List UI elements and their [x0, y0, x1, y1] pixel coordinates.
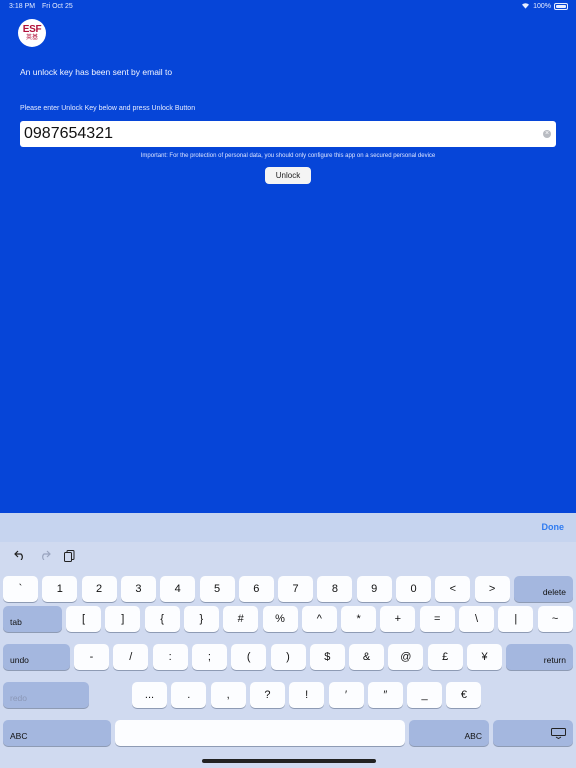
key[interactable]: 2: [81, 576, 117, 602]
unlock-button[interactable]: Unlock: [265, 167, 311, 184]
key[interactable]: -: [74, 644, 109, 670]
keyboard-toolbar: [0, 542, 576, 572]
key[interactable]: ): [270, 644, 306, 670]
key[interactable]: :: [152, 644, 188, 670]
unlock-key-input[interactable]: [20, 121, 530, 147]
key[interactable]: {: [144, 606, 180, 632]
key[interactable]: |: [498, 606, 534, 632]
key[interactable]: >: [474, 576, 510, 602]
abc-key-right[interactable]: ABC: [409, 720, 489, 746]
return-key[interactable]: return: [506, 644, 573, 670]
key[interactable]: £: [427, 644, 463, 670]
key[interactable]: !: [289, 682, 325, 708]
key[interactable]: [: [66, 606, 101, 632]
battery-percent: 100%: [533, 3, 551, 10]
keyboard: Done ` 1 2 3 4 5 6 7 8 9 0 < > delete tab[]{} #% ^ * + = \ | ~…: [0, 513, 576, 768]
tab-key[interactable]: tab: [3, 606, 62, 632]
key[interactable]: 1: [42, 576, 78, 602]
key[interactable]: 4: [160, 576, 196, 602]
key[interactable]: =: [419, 606, 455, 632]
done-button[interactable]: Done: [542, 522, 565, 532]
key[interactable]: _: [407, 682, 443, 708]
key[interactable]: $: [309, 644, 345, 670]
key[interactable]: ;: [191, 644, 227, 670]
key[interactable]: 6: [238, 576, 274, 602]
abc-key-left[interactable]: ABC: [3, 720, 111, 746]
space-key[interactable]: [115, 720, 405, 746]
key[interactable]: ′: [328, 682, 364, 708]
status-time: 3:18 PM: [9, 3, 36, 10]
dismiss-keyboard-key[interactable]: [493, 720, 573, 746]
key[interactable]: 7: [278, 576, 314, 602]
key[interactable]: 5: [199, 576, 235, 602]
key[interactable]: `: [3, 576, 38, 602]
keyboard-dismiss-icon: [551, 728, 566, 741]
delete-key[interactable]: delete: [514, 576, 573, 602]
status-bar: 3:18 PM Fri Oct 25 100%: [0, 0, 576, 14]
key[interactable]: €: [446, 682, 482, 708]
key[interactable]: *: [341, 606, 377, 632]
key[interactable]: 0: [396, 576, 431, 602]
key[interactable]: (: [231, 644, 267, 670]
key[interactable]: &: [349, 644, 385, 670]
key[interactable]: ...: [132, 682, 167, 708]
key[interactable]: ?: [249, 682, 285, 708]
unlock-key-field[interactable]: ×: [20, 121, 556, 147]
key[interactable]: ~: [537, 606, 573, 632]
key[interactable]: 3: [120, 576, 156, 602]
key[interactable]: /: [113, 644, 149, 670]
keyboard-accessory-bar: Done: [0, 513, 576, 542]
unlock-message: An unlock key has been sent by email to: [20, 67, 173, 77]
esf-logo: ESF 英基: [18, 19, 46, 47]
wifi-icon: [521, 2, 530, 11]
important-notice: Important: For the protection of persona…: [140, 153, 436, 159]
key[interactable]: @: [388, 644, 424, 670]
key[interactable]: ″: [367, 682, 403, 708]
undo-key[interactable]: undo: [3, 644, 70, 670]
key[interactable]: }: [183, 606, 219, 632]
logo-text: ESF: [22, 23, 42, 35]
key[interactable]: ]: [105, 606, 141, 632]
key[interactable]: ^: [301, 606, 337, 632]
key[interactable]: <: [435, 576, 471, 602]
redo-icon[interactable]: [39, 550, 51, 563]
key[interactable]: 9: [356, 576, 392, 602]
key[interactable]: ,: [210, 682, 246, 708]
undo-icon[interactable]: [14, 550, 26, 563]
logo-subtext: 英基: [25, 34, 38, 41]
key[interactable]: +: [380, 606, 416, 632]
key[interactable]: %: [262, 606, 298, 632]
paste-icon[interactable]: [64, 550, 75, 565]
status-date: Fri Oct 25: [42, 3, 73, 10]
key[interactable]: 8: [317, 576, 353, 602]
status-right: 100%: [521, 2, 568, 11]
key[interactable]: ¥: [467, 644, 502, 670]
unlock-prompt: Please enter Unlock Key below and press …: [20, 105, 196, 112]
redo-key[interactable]: redo: [3, 682, 89, 708]
key[interactable]: #: [223, 606, 259, 632]
battery-icon: [554, 3, 568, 10]
clear-icon[interactable]: ×: [543, 130, 551, 138]
home-indicator: [202, 759, 376, 763]
key[interactable]: .: [171, 682, 207, 708]
key[interactable]: \: [459, 606, 494, 632]
